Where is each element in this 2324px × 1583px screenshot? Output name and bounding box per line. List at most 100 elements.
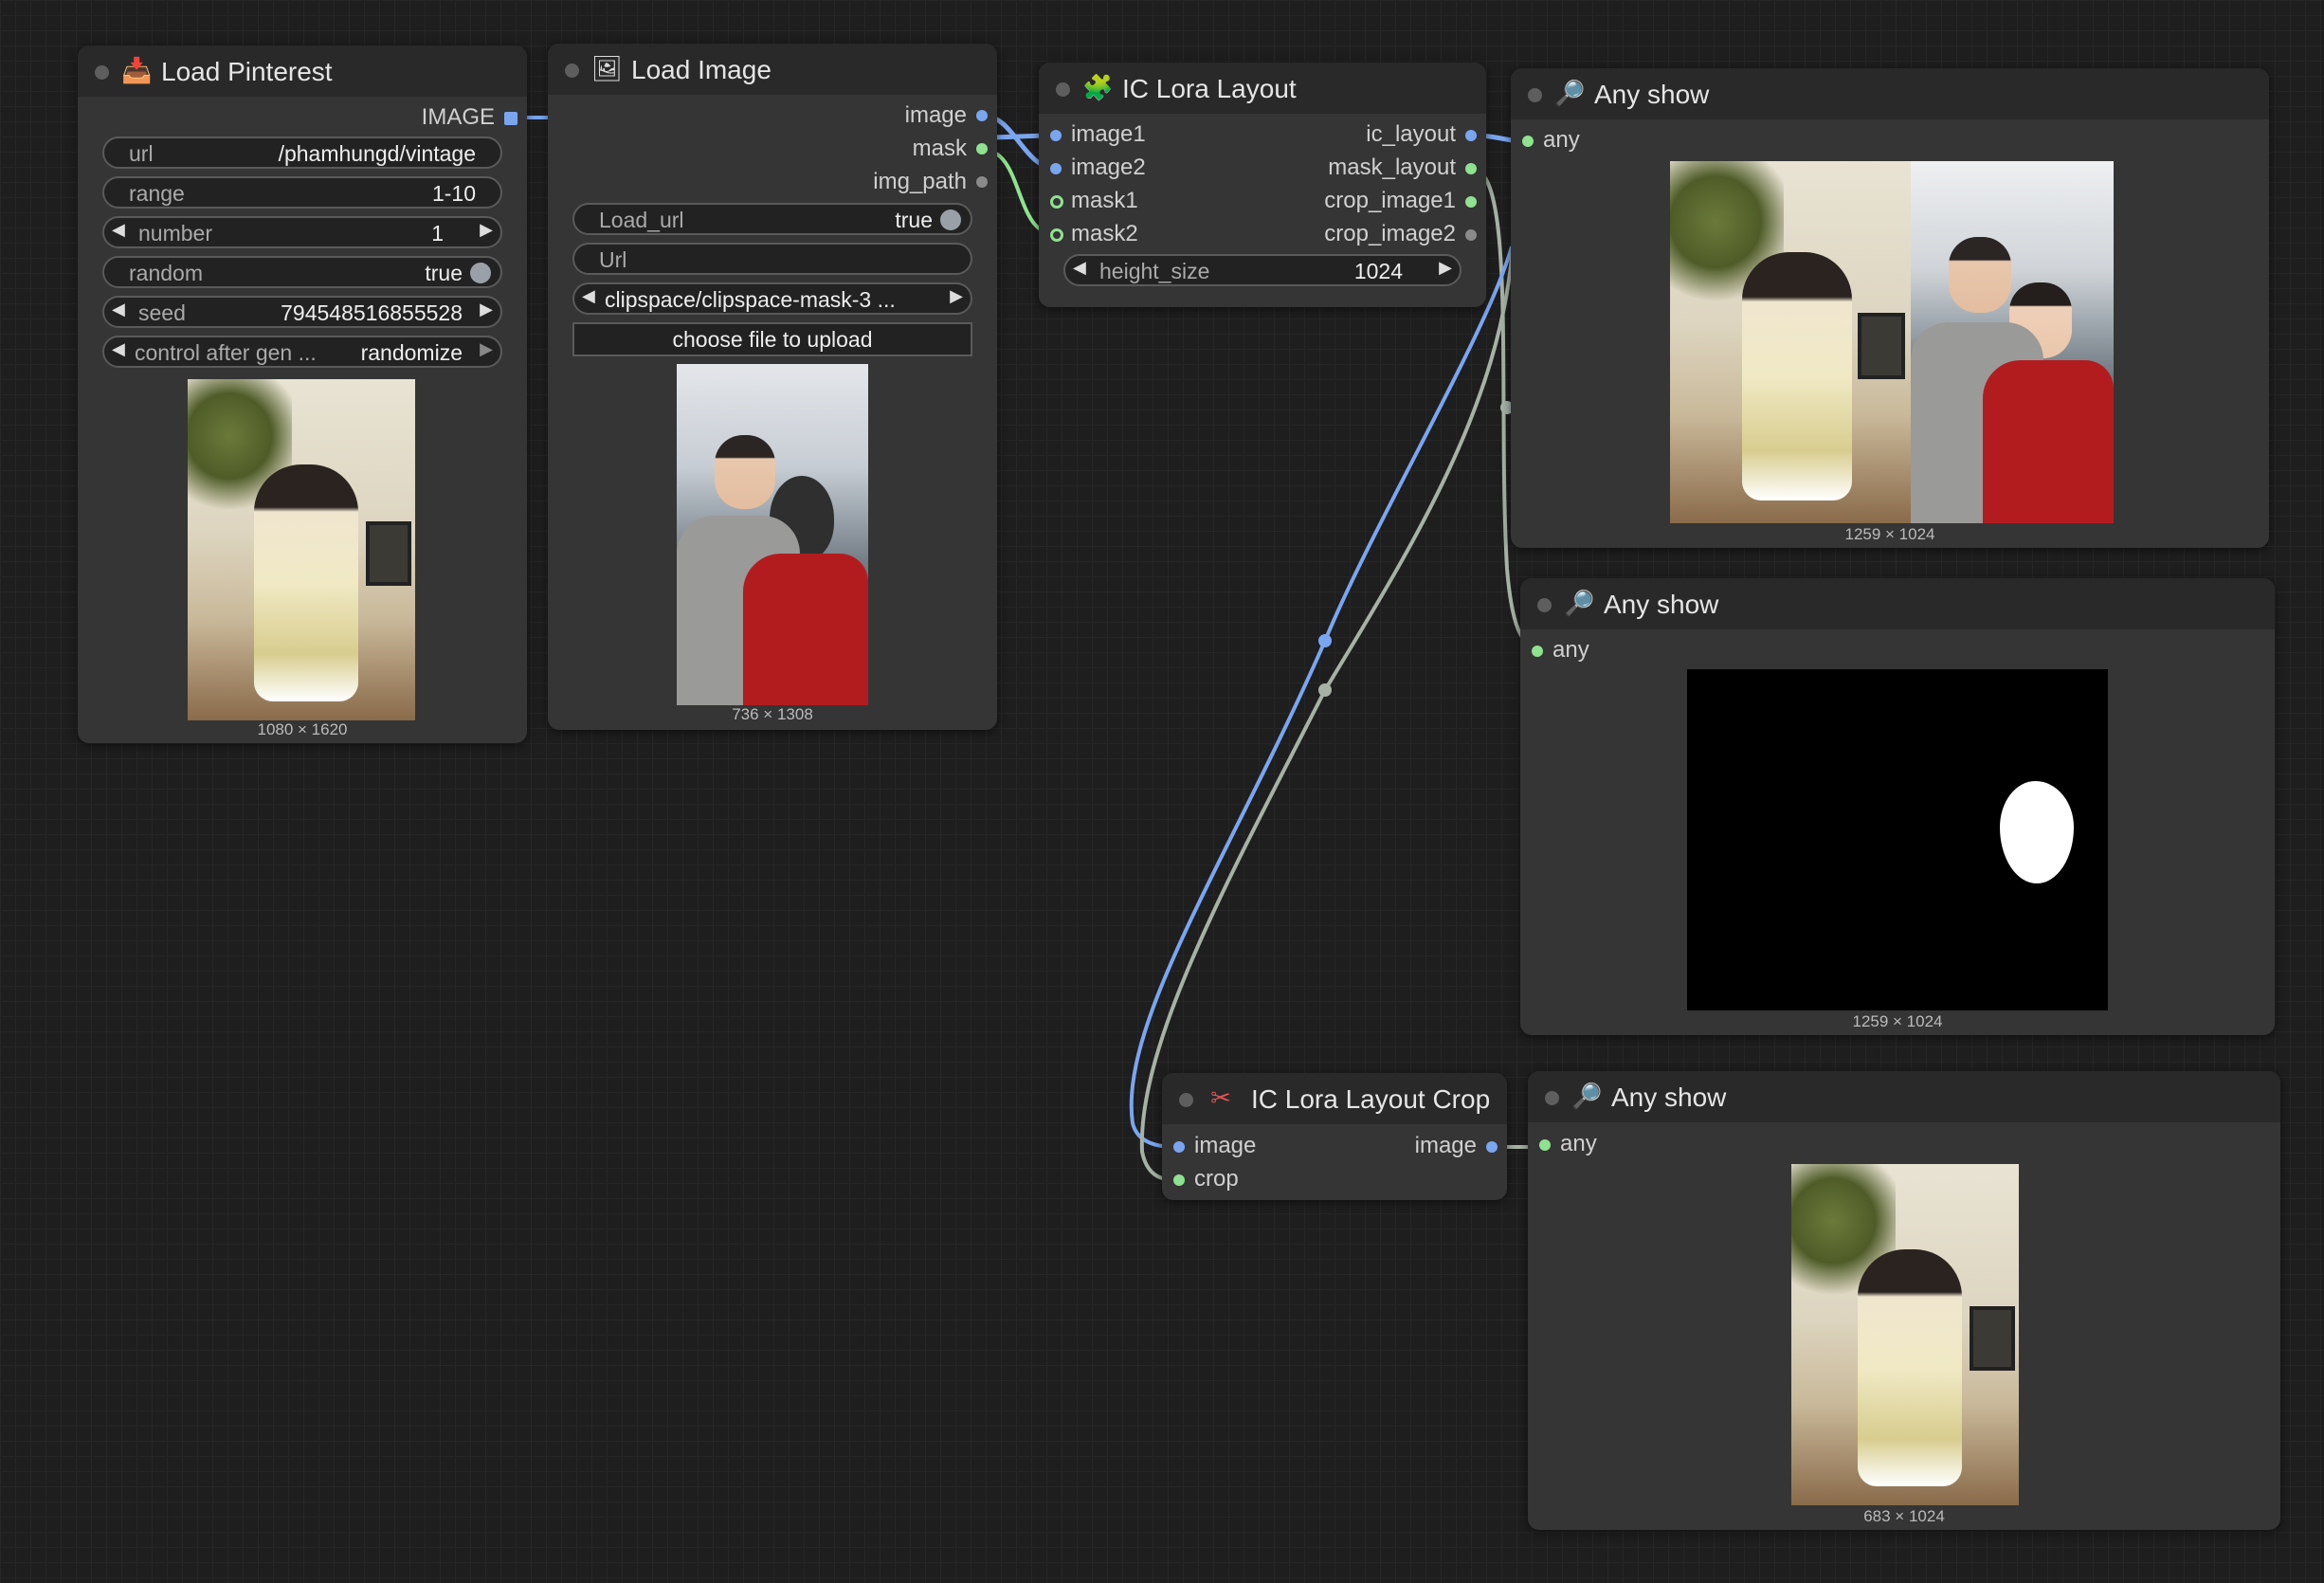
ic-layout-preview [1670, 161, 2114, 523]
widget-value: 1024 [1353, 259, 1403, 283]
node-any-show-3[interactable]: 🔎 Any show any 683 × 1024 [1528, 1071, 2280, 1530]
node-header[interactable]: 📥 Load Pinterest [78, 45, 527, 97]
output-image-dot[interactable] [1486, 1141, 1498, 1153]
tv-object [1858, 313, 1905, 379]
url-widget[interactable]: url /phamhungd/vintage [102, 136, 502, 169]
decrement-arrow-icon[interactable]: ◀ [1073, 258, 1086, 278]
load-image-preview [677, 364, 868, 705]
inbox-tray-icon: 📥 [121, 56, 153, 84]
preview-size-caption: 1259 × 1024 [1852, 1012, 1943, 1030]
output-label: image [1414, 1133, 1477, 1158]
random-toggle[interactable]: random true [102, 256, 502, 288]
output-label: mask_layout [1328, 155, 1456, 180]
output-mask-layout-dot[interactable] [1465, 163, 1477, 174]
output-mask-dot[interactable] [976, 143, 988, 155]
widget-label: height_size [1099, 259, 1210, 283]
output-crop-image2-dot[interactable] [1465, 229, 1477, 241]
number-widget[interactable]: ◀ number 1 ▶ [102, 216, 502, 248]
input-image2-dot[interactable] [1050, 163, 1062, 174]
output-ic-layout-dot[interactable] [1465, 130, 1477, 141]
next-arrow-icon[interactable]: ▶ [480, 339, 493, 359]
collapse-dot[interactable] [565, 64, 579, 78]
input-any-dot[interactable] [1522, 136, 1534, 147]
node-header[interactable]: 🔎 Any show [1511, 68, 2269, 119]
output-image-dot[interactable] [976, 110, 988, 121]
node-load-image[interactable]: 🖼 Load Image image mask img_path Load_ur… [548, 44, 997, 730]
widget-label: control after gen ... [135, 340, 317, 365]
preview-size-caption: 1259 × 1024 [1844, 525, 1935, 543]
next-arrow-icon[interactable]: ▶ [950, 286, 963, 306]
collapse-dot[interactable] [1545, 1091, 1559, 1105]
person-figure [1742, 252, 1852, 500]
input-label: mask1 [1071, 188, 1138, 213]
node-load-pinterest[interactable]: 📥 Load Pinterest IMAGE url /phamhungd/vi… [78, 45, 527, 743]
node-header[interactable]: 🔎 Any show [1520, 578, 2275, 629]
range-widget[interactable]: range 1-10 [102, 176, 502, 209]
widget-label: number [138, 221, 212, 246]
widget-value: true [425, 261, 463, 285]
woman-red-coat [743, 554, 868, 705]
wire-reroute-dot[interactable] [1318, 683, 1332, 697]
previous-arrow-icon[interactable]: ◀ [582, 286, 595, 306]
input-image-dot[interactable] [1173, 1141, 1185, 1153]
node-header[interactable]: 🖼 Load Image [548, 44, 997, 95]
input-image1-dot[interactable] [1050, 130, 1062, 141]
node-ic-lora-layout-crop[interactable]: ✂ IC Lora Layout Crop image crop image [1162, 1073, 1507, 1200]
toggle-knob[interactable] [470, 263, 491, 283]
collapse-dot[interactable] [95, 65, 109, 80]
url-text-field[interactable]: Url [572, 243, 972, 275]
toggle-knob[interactable] [940, 209, 961, 230]
node-any-show-2[interactable]: 🔎 Any show any 1259 × 1024 [1520, 578, 2275, 1035]
left-panel-room [1670, 161, 1911, 523]
widget-value: 794548516855528 [281, 300, 463, 325]
node-header[interactable]: ✂ IC Lora Layout Crop [1162, 1073, 1507, 1124]
output-label: mask [912, 136, 967, 161]
collapse-dot[interactable] [1179, 1093, 1193, 1107]
node-header[interactable]: 🔎 Any show [1528, 1071, 2280, 1122]
widget-label: url [129, 141, 154, 166]
input-label: any [1543, 127, 1580, 153]
widget-label: seed [138, 300, 186, 325]
node-any-show-1[interactable]: 🔎 Any show any 1259 × 1024 [1511, 68, 2269, 548]
output-label: crop_image2 [1324, 221, 1456, 246]
height-size-widget[interactable]: ◀ height_size 1024 ▶ [1063, 254, 1462, 286]
widget-value: 1 [431, 221, 444, 246]
input-crop-dot[interactable] [1173, 1174, 1185, 1186]
output-img-path-dot[interactable] [976, 176, 988, 188]
input-any-dot[interactable] [1532, 646, 1543, 657]
choose-file-to-upload-button[interactable]: choose file to upload [572, 322, 972, 356]
output-label-image: IMAGE [421, 104, 495, 130]
seed-widget[interactable]: ◀ seed 794548516855528 ▶ [102, 296, 502, 328]
output-label: crop_image1 [1324, 188, 1456, 213]
collapse-dot[interactable] [1537, 598, 1552, 612]
output-image-dot[interactable] [504, 112, 517, 125]
collapse-dot[interactable] [1528, 88, 1542, 102]
widget-label: random [129, 261, 203, 285]
tv-object [1970, 1306, 2015, 1371]
node-title: IC Lora Layout Crop [1251, 1084, 1491, 1114]
input-mask2-dot[interactable] [1050, 228, 1063, 242]
input-mask1-dot[interactable] [1050, 195, 1063, 209]
mask-layout-preview [1687, 669, 2108, 1010]
output-crop-image1-dot[interactable] [1465, 196, 1477, 208]
cropped-preview-image [1791, 1164, 2019, 1505]
load-url-toggle[interactable]: Load_url true [572, 203, 972, 235]
widget-label: range [129, 181, 185, 206]
decrement-arrow-icon[interactable]: ◀ [112, 220, 125, 240]
decrement-arrow-icon[interactable]: ◀ [112, 300, 125, 319]
man-head [715, 435, 775, 509]
input-label: image [1194, 1133, 1257, 1158]
increment-arrow-icon[interactable]: ▶ [480, 220, 493, 240]
wire-reroute-dot[interactable] [1318, 634, 1332, 647]
control-after-generate-combo[interactable]: ◀ control after gen ... randomize ▶ [102, 336, 502, 368]
increment-arrow-icon[interactable]: ▶ [1439, 258, 1452, 278]
image-file-combo[interactable]: ◀ clipspace/clipspace-mask-3 ... ▶ [572, 282, 972, 315]
previous-arrow-icon[interactable]: ◀ [112, 339, 125, 359]
collapse-dot[interactable] [1056, 82, 1070, 97]
woman-red-coat [1983, 360, 2114, 523]
node-header[interactable]: 🧩 IC Lora Layout [1039, 63, 1486, 114]
input-any-dot[interactable] [1539, 1139, 1551, 1151]
node-ic-lora-layout[interactable]: 🧩 IC Lora Layout image1 image2 mask1 mas… [1039, 63, 1486, 307]
pinterest-preview-image [188, 379, 415, 720]
increment-arrow-icon[interactable]: ▶ [480, 300, 493, 319]
